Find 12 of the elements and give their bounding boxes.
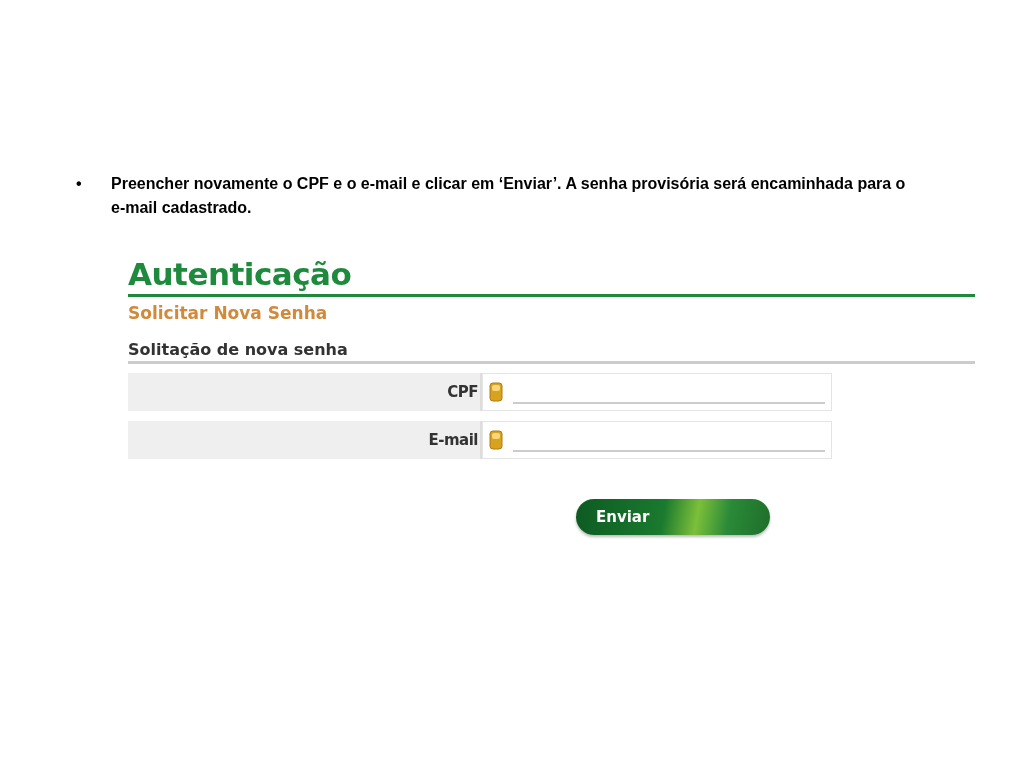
input-field[interactable] — [482, 373, 832, 411]
page-subtitle: Solicitar Nova Senha — [128, 302, 329, 325]
field-label: CPF — [128, 373, 482, 411]
bullet-marker: • — [76, 174, 83, 194]
page-title: Autenticação — [128, 256, 353, 292]
send-button[interactable]: Enviar — [576, 499, 770, 535]
section-heading: Solitação de nova senha — [128, 339, 349, 361]
field-label: E-mail — [128, 421, 482, 459]
marker-icon — [489, 382, 503, 402]
input-field[interactable] — [482, 421, 832, 459]
marker-icon — [489, 430, 503, 450]
instruction-text: Preencher novamente o CPF e o e-mail e clicar em ‘Enviar’. A senha provisória será encaminhada para o e-mail cadastrado. — [111, 174, 907, 218]
